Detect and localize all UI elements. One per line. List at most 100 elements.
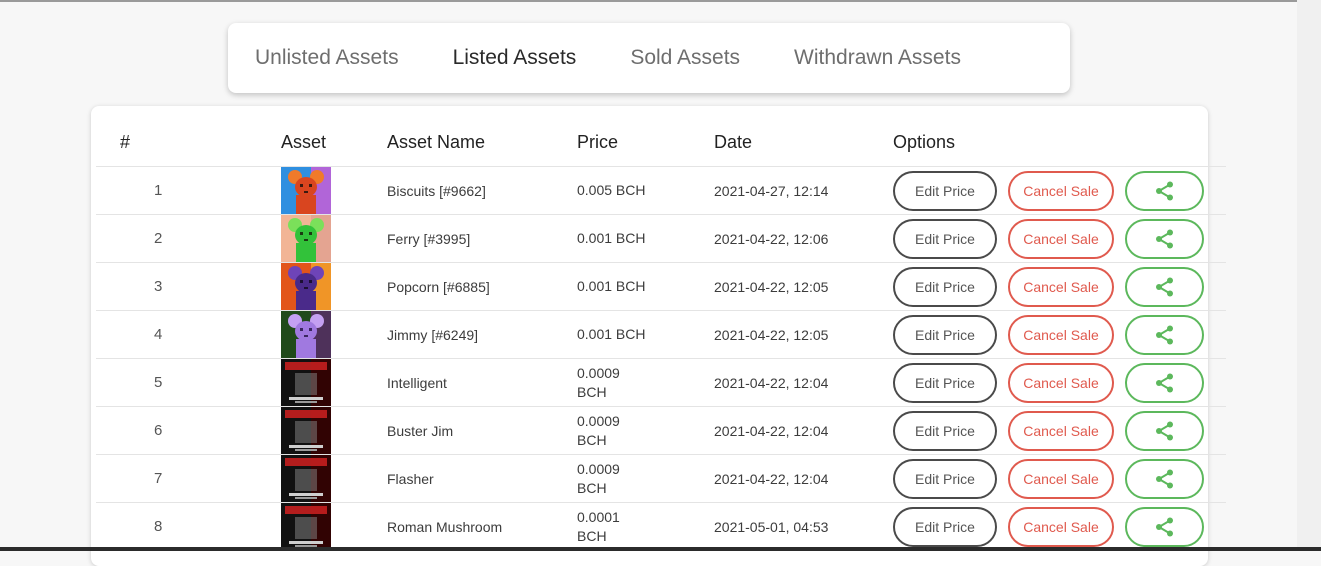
asset-price: 0.001 BCH xyxy=(577,214,714,263)
listed-date: 2021-04-22, 12:05 xyxy=(714,310,893,359)
asset-price: 0.0001 BCH xyxy=(577,502,714,550)
asset-thumbnail xyxy=(281,215,331,262)
row-number: 6 xyxy=(96,406,281,455)
header-options: Options xyxy=(893,131,956,152)
asset-price: 0.0009 BCH xyxy=(577,406,714,455)
asset-thumbnail xyxy=(281,311,331,358)
share-button[interactable] xyxy=(1125,170,1204,211)
tab-sold-assets[interactable]: Sold Assets xyxy=(603,46,767,70)
row-number: 4 xyxy=(96,310,281,359)
asset-name: Popcorn [#6885] xyxy=(387,262,577,311)
asset-thumbnail-cell xyxy=(281,262,387,311)
edit-price-button[interactable]: Edit Price xyxy=(893,506,997,547)
cancel-sale-button[interactable]: Cancel Sale xyxy=(1008,170,1114,211)
asset-thumbnail xyxy=(281,503,331,550)
header-date: Date xyxy=(714,131,753,152)
share-button[interactable] xyxy=(1125,458,1204,499)
asset-thumbnail-cell xyxy=(281,502,387,550)
taskbar-edge xyxy=(0,547,1321,551)
share-button[interactable] xyxy=(1125,506,1204,547)
edit-price-button[interactable]: Edit Price xyxy=(893,410,997,451)
share-button[interactable] xyxy=(1125,266,1204,307)
share-icon xyxy=(1155,181,1173,200)
header-price: Price xyxy=(577,131,619,152)
listed-date: 2021-05-01, 04:53 xyxy=(714,502,893,550)
asset-price: 0.0009 BCH xyxy=(577,454,714,503)
scroll-gutter xyxy=(1297,0,1321,551)
share-icon xyxy=(1155,517,1173,536)
listed-date: 2021-04-27, 12:14 xyxy=(714,166,893,215)
asset-price: 0.001 BCH xyxy=(577,310,714,359)
row-number: 7 xyxy=(96,454,281,503)
asset-name: Biscuits [#9662] xyxy=(387,166,577,215)
asset-thumbnail xyxy=(281,263,331,310)
options-cell: Edit Price Cancel Sale xyxy=(893,454,1226,503)
cancel-sale-button[interactable]: Cancel Sale xyxy=(1008,362,1114,403)
share-icon xyxy=(1155,373,1173,392)
asset-name: Jimmy [#6249] xyxy=(387,310,577,359)
listed-date: 2021-04-22, 12:04 xyxy=(714,358,893,407)
cancel-sale-button[interactable]: Cancel Sale xyxy=(1008,266,1114,307)
cancel-sale-button[interactable]: Cancel Sale xyxy=(1008,458,1114,499)
table-row: 4 Jimmy [#6249] 0.001 BCH 2021-04-22, 12… xyxy=(96,310,1226,359)
share-icon xyxy=(1155,229,1173,248)
asset-price: 0.0009 BCH xyxy=(577,358,714,407)
cancel-sale-button[interactable]: Cancel Sale xyxy=(1008,410,1114,451)
row-number: 3 xyxy=(96,262,281,311)
tab-withdrawn-assets[interactable]: Withdrawn Assets xyxy=(767,46,988,70)
table-header-row: # Asset Asset Name Price Date Options xyxy=(96,118,1226,167)
row-number: 1 xyxy=(96,166,281,215)
header-asset-name: Asset Name xyxy=(387,131,486,152)
table-row: 3 Popcorn [#6885] 0.001 BCH 2021-04-22, … xyxy=(96,262,1226,311)
share-button[interactable] xyxy=(1125,218,1204,259)
top-divider xyxy=(0,0,1297,2)
asset-tabs: Unlisted Assets Listed Assets Sold Asset… xyxy=(228,23,1070,93)
options-cell: Edit Price Cancel Sale xyxy=(893,214,1226,263)
share-icon xyxy=(1155,325,1173,344)
listed-date: 2021-04-22, 12:05 xyxy=(714,262,893,311)
edit-price-button[interactable]: Edit Price xyxy=(893,218,997,259)
listed-date: 2021-04-22, 12:04 xyxy=(714,454,893,503)
asset-thumbnail xyxy=(281,455,331,502)
asset-thumbnail xyxy=(281,359,331,406)
share-button[interactable] xyxy=(1125,314,1204,355)
asset-name: Intelligent xyxy=(387,358,577,407)
edit-price-button[interactable]: Edit Price xyxy=(893,266,997,307)
cancel-sale-button[interactable]: Cancel Sale xyxy=(1008,218,1114,259)
share-button[interactable] xyxy=(1125,410,1204,451)
asset-name: Buster Jim xyxy=(387,406,577,455)
options-cell: Edit Price Cancel Sale xyxy=(893,262,1226,311)
share-icon xyxy=(1155,277,1173,296)
tab-listed-assets[interactable]: Listed Assets xyxy=(426,46,604,70)
table-row: 8 Roman Mushroom 0.0001 BCH 2021-05-01, 0… xyxy=(96,502,1226,550)
edit-price-button[interactable]: Edit Price xyxy=(893,314,997,355)
options-cell: Edit Price Cancel Sale xyxy=(893,358,1226,407)
table-row: 5 Intelligent 0.0009 BCH 2021-04-22, 12:0… xyxy=(96,358,1226,407)
edit-price-button[interactable]: Edit Price xyxy=(893,170,997,211)
cancel-sale-button[interactable]: Cancel Sale xyxy=(1008,314,1114,355)
table-row: 7 Flasher 0.0009 BCH 2021-04-22, 12:04 Ed… xyxy=(96,454,1226,503)
listed-date: 2021-04-22, 12:04 xyxy=(714,406,893,455)
row-number: 5 xyxy=(96,358,281,407)
asset-thumbnail-cell xyxy=(281,310,387,359)
cancel-sale-button[interactable]: Cancel Sale xyxy=(1008,506,1114,547)
share-button[interactable] xyxy=(1125,362,1204,403)
asset-name: Roman Mushroom xyxy=(387,502,577,550)
asset-thumbnail-cell xyxy=(281,406,387,455)
edit-price-button[interactable]: Edit Price xyxy=(893,362,997,403)
asset-price: 0.001 BCH xyxy=(577,262,714,311)
listed-date: 2021-04-22, 12:06 xyxy=(714,214,893,263)
row-number: 8 xyxy=(96,502,281,550)
row-number: 2 xyxy=(96,214,281,263)
table-row: 2 Ferry [#3995] 0.001 BCH 2021-04-22, 12… xyxy=(96,214,1226,263)
asset-thumbnail-cell xyxy=(281,214,387,263)
table-row: 1 Biscuits [#9662] 0.005 BCH 2021-04-27,… xyxy=(96,166,1226,215)
asset-name: Flasher xyxy=(387,454,577,503)
listed-assets-card: # Asset Asset Name Price Date Options 1 … xyxy=(91,106,1226,566)
edit-price-button[interactable]: Edit Price xyxy=(893,458,997,499)
header-asset: Asset xyxy=(281,131,327,152)
tab-unlisted-assets[interactable]: Unlisted Assets xyxy=(228,46,426,70)
options-cell: Edit Price Cancel Sale xyxy=(893,406,1226,455)
options-cell: Edit Price Cancel Sale xyxy=(893,310,1226,359)
options-cell: Edit Price Cancel Sale xyxy=(893,166,1226,215)
